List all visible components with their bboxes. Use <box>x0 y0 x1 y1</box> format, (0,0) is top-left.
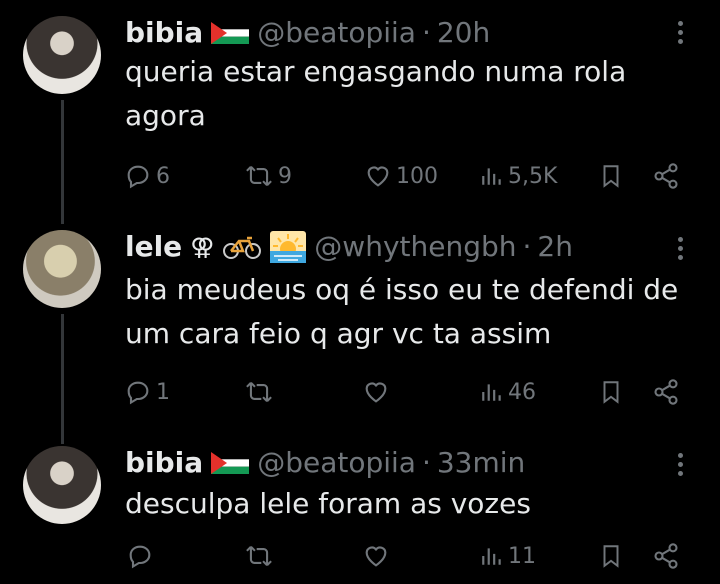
reply-icon <box>127 165 149 189</box>
retweet-button[interactable]: 9 <box>244 156 292 196</box>
share-icon <box>654 379 678 405</box>
views-icon <box>482 548 501 565</box>
separator: · <box>421 16 431 49</box>
tweet-header: bibia @beatopiia · 33min <box>125 442 525 484</box>
views-icon <box>482 168 501 185</box>
like-button[interactable]: 100 <box>364 156 438 196</box>
tweet[interactable]: bibia @beatopiia · 20h queria estar enga… <box>0 0 720 212</box>
views-icon <box>482 384 501 401</box>
tweet-text: desculpa lele foram as vozes <box>125 487 531 520</box>
heart-icon <box>367 166 389 187</box>
view-count: 11 <box>508 543 536 569</box>
reply-icon <box>127 381 149 405</box>
views-button[interactable]: 46 <box>480 372 536 412</box>
display-name[interactable]: bibia <box>125 12 203 54</box>
like-button[interactable] <box>362 536 394 576</box>
more-icon[interactable] <box>676 18 684 48</box>
retweet-count: 9 <box>278 163 292 189</box>
bookmark-icon <box>603 381 619 404</box>
retweet-button[interactable] <box>244 536 278 576</box>
tweet[interactable]: bibia @beatopiia · 33min desculpa lele f… <box>0 432 720 584</box>
timestamp[interactable]: 20h <box>437 12 490 54</box>
tweet-header: bibia @beatopiia · 20h <box>125 12 490 54</box>
tweet-text: bia meudeus oq é isso eu te defendi de u… <box>125 273 679 350</box>
tweet-header: lele ⚢ @whythengbh · 2h <box>125 226 573 268</box>
reply-button[interactable]: 1 <box>124 372 170 412</box>
reply-count: 1 <box>156 379 170 405</box>
share-button[interactable] <box>652 536 680 576</box>
display-name[interactable]: bibia <box>125 442 203 484</box>
share-icon <box>654 163 678 189</box>
like-count: 100 <box>396 163 438 189</box>
reply-button[interactable] <box>126 536 158 576</box>
views-button[interactable]: 11 <box>480 536 536 576</box>
timestamp[interactable]: 2h <box>537 226 573 268</box>
avatar[interactable] <box>23 16 101 94</box>
bookmark-button[interactable] <box>598 156 624 196</box>
reply-button[interactable]: 6 <box>124 156 170 196</box>
thread-line <box>61 432 64 442</box>
avatar[interactable] <box>23 446 101 524</box>
view-count: 46 <box>508 379 536 405</box>
tweet-text: queria estar engasgando numa rola agora <box>125 55 627 132</box>
bookmark-button[interactable] <box>598 536 624 576</box>
retweet-button[interactable] <box>244 372 278 412</box>
user-handle[interactable]: @beatopiia <box>257 12 416 54</box>
user-handle[interactable]: @beatopiia <box>257 442 416 484</box>
reply-count: 6 <box>156 163 170 189</box>
share-button[interactable] <box>652 156 680 196</box>
timestamp[interactable]: 33min <box>437 442 525 484</box>
like-button[interactable] <box>362 372 394 412</box>
retweet-icon <box>246 166 272 186</box>
sunrise-icon <box>270 231 307 263</box>
separator: · <box>522 230 532 263</box>
more-icon[interactable] <box>676 450 684 480</box>
lesbian-symbol: ⚢ <box>190 233 215 261</box>
action-bar: 1 46 <box>0 372 720 412</box>
user-handle[interactable]: @whythengbh <box>314 226 516 268</box>
display-name[interactable]: lele <box>125 226 182 268</box>
heart-icon <box>365 546 387 567</box>
action-bar: 11 <box>0 536 720 576</box>
reply-icon <box>129 545 151 569</box>
more-icon[interactable] <box>676 234 684 264</box>
avatar[interactable] <box>23 230 101 308</box>
view-count: 5,5K <box>508 163 558 189</box>
tweet[interactable]: lele ⚢ @whythengbh · 2h bia meudeus oq é… <box>0 212 720 444</box>
palestine-flag-icon <box>211 452 250 474</box>
heart-icon <box>365 382 387 403</box>
bookmark-icon <box>603 165 619 188</box>
action-bar: 6 9 100 5,5K <box>0 156 720 196</box>
bookmark-button[interactable] <box>598 372 624 412</box>
bookmark-icon <box>603 545 619 568</box>
share-button[interactable] <box>652 372 680 412</box>
retweet-icon <box>246 546 272 566</box>
palestine-flag-icon <box>211 22 250 44</box>
bicycle-icon <box>223 236 262 259</box>
retweet-icon <box>246 382 272 402</box>
share-icon <box>654 543 678 569</box>
thread-line <box>61 212 64 224</box>
views-button[interactable]: 5,5K <box>480 156 557 196</box>
separator: · <box>421 446 431 479</box>
